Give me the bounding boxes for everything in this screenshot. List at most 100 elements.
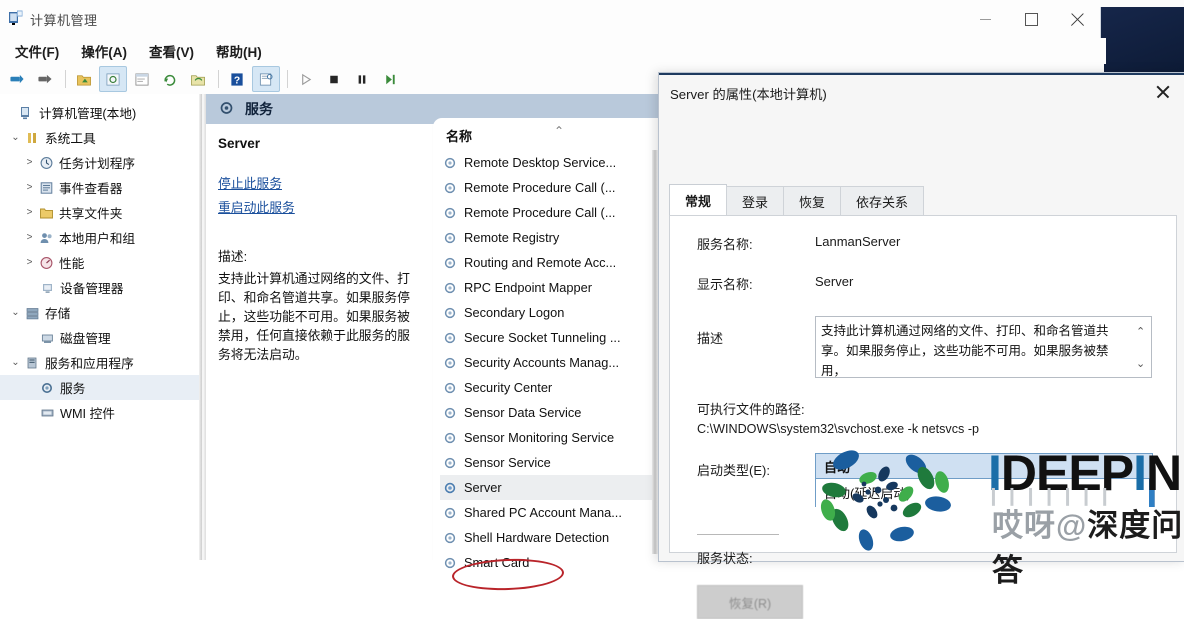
list-item[interactable]: Remote Procedure Call (... [440,175,652,200]
expander[interactable]: ⌄ [8,132,23,143]
stop-service-link[interactable]: 停止此服务 [218,173,422,192]
list-item[interactable]: Secondary Logon [440,300,652,325]
expander[interactable]: > [22,257,37,268]
list-item[interactable]: Shared PC Account Mana... [440,500,652,525]
list-item[interactable]: Security Accounts Manag... [440,350,652,375]
list-item[interactable]: Security Center [440,375,652,400]
description-textarea[interactable]: 支持此计算机通过网络的文件、打印、和命名管道共享。如果服务停止，这些功能不可用。… [815,316,1152,378]
scroll-down-icon[interactable]: ⌄ [1136,354,1145,374]
tree-item-device-manager[interactable]: 设备管理器 [0,275,205,300]
list-item[interactable]: Sensor Data Service [440,400,652,425]
dialog-close-button[interactable] [1141,75,1184,109]
tree-item-event-viewer[interactable]: > 事件查看器 [0,175,205,200]
pane-splitter[interactable] [199,94,205,560]
option-automatic-delayed[interactable]: 自动(延迟启动) [816,479,1154,502]
field-display-name: 显示名称: Server [697,274,853,293]
window-controls [962,0,1100,38]
svg-text:?: ? [234,75,240,86]
tree-item-services-applications[interactable]: ⌄ 服务和应用程序 [0,350,205,375]
tree-item-performance[interactable]: > 性能 [0,250,205,275]
menu-view[interactable]: 查看(V) [140,39,203,63]
pause-service-icon[interactable] [349,67,375,91]
list-item[interactable]: Shell Hardware Detection [440,525,652,550]
expander[interactable]: > [22,232,37,243]
minimize-button[interactable] [962,0,1008,38]
show-hide-tree-icon[interactable] [99,66,127,92]
chevron-down-icon[interactable]: ⌄ [1135,460,1144,473]
expander[interactable]: ⌄ [8,307,23,318]
properties-icon[interactable] [252,66,280,92]
tab-page-general: 服务名称: LanmanServer 显示名称: Server 描述 支持此计算… [669,215,1177,619]
expander[interactable]: > [22,182,37,193]
list-item[interactable]: Smart Card [440,550,652,575]
startup-type-select[interactable]: 自动 ⌄ [815,453,1153,479]
expander[interactable]: > [22,157,37,168]
tree-item-local-users-groups[interactable]: > 本地用户和组 [0,225,205,250]
tree-item-disk-management[interactable]: 磁盘管理 [0,325,205,350]
menu-help[interactable]: 帮助(H) [207,39,271,63]
tree-item-task-scheduler[interactable]: > 任务计划程序 [0,150,205,175]
back-icon[interactable] [4,67,30,91]
startup-type-options[interactable]: 自动(延迟启动) [815,479,1155,507]
maximize-button[interactable] [1008,0,1054,38]
export-list-icon[interactable] [185,67,211,91]
field-description-label-wrap: 描述 [697,328,797,347]
restart-service-icon[interactable] [377,67,403,91]
tree-item-services[interactable]: 服务 [0,375,205,400]
menu-action[interactable]: 操作(A) [72,39,136,63]
list-item-server[interactable]: Server [440,475,652,500]
column-header-name[interactable]: 名称 [446,126,472,145]
computer-management-window: 计算机管理 文件(F) 操作(A) 查看(V) 帮助(H) ? 计算机管理(本地… [0,0,1184,619]
tree-item-label: 服务 [60,382,86,396]
tab-recovery[interactable]: 恢复 [783,186,842,215]
dialog-title: Server 的属性(本地计算机) [670,87,827,102]
list-item[interactable]: Remote Registry [440,225,652,250]
close-button[interactable] [1054,0,1100,38]
service-gear-icon [440,155,460,171]
service-gear-icon [440,180,460,196]
toolbar-separator-3 [287,70,288,88]
list-column-header[interactable]: 名称 ⌃ [446,124,658,150]
tree-item-wmi-control[interactable]: WMI 控件 [0,400,205,425]
tree-item-computer-management[interactable]: 计算机管理(本地) [0,100,205,125]
tree-item-label: 计算机管理(本地) [39,107,137,121]
services-apps-icon [23,355,42,371]
description-label: 描述: [218,249,248,264]
stop-service-icon[interactable] [321,67,347,91]
tree-item-storage[interactable]: ⌄ 存储 [0,300,205,325]
resume-button[interactable]: 恢复(R) [697,585,803,619]
list-item[interactable]: Routing and Remote Acc... [440,250,652,275]
list-item[interactable]: RPC Endpoint Mapper [440,275,652,300]
tab-general[interactable]: 常规 [669,184,728,215]
service-gear-icon [440,480,460,496]
list-item[interactable]: Remote Desktop Service... [440,150,652,175]
scroll-up-icon[interactable]: ⌃ [1136,322,1145,342]
tab-logon[interactable]: 登录 [726,186,785,215]
list-item-label: Remote Procedure Call (... [464,205,616,220]
tree-item-system-tools[interactable]: ⌄ 系统工具 [0,125,205,150]
menu-file[interactable]: 文件(F) [6,39,68,63]
display-name-value: Server [815,274,854,289]
properties-window-icon[interactable] [129,67,155,91]
service-gear-icon [440,530,460,546]
list-item[interactable]: Secure Socket Tunneling ... [440,325,652,350]
service-gear-icon [440,280,460,296]
refresh-icon[interactable] [157,67,183,91]
disk-icon [38,330,57,346]
help-icon[interactable]: ? [224,67,250,91]
restart-service-link[interactable]: 重启动此服务 [218,197,422,216]
start-service-icon[interactable] [293,67,319,91]
expander[interactable]: ⌄ [8,357,23,368]
tree-item-shared-folders[interactable]: > 共享文件夹 [0,200,205,225]
list-item[interactable]: Remote Procedure Call (... [440,200,652,225]
forward-icon[interactable] [32,67,58,91]
description-scrollbar[interactable]: ⌃ ⌄ [1132,318,1150,377]
startup-type-value: 自动 [824,459,851,475]
dropdown-scrollbar[interactable] [1149,479,1154,507]
up-folder-icon[interactable] [71,67,97,91]
expander[interactable]: > [22,207,37,218]
list-item[interactable]: Sensor Service [440,450,652,475]
tab-dependencies[interactable]: 依存关系 [840,186,925,215]
list-item-label: Sensor Service [464,455,551,470]
list-item[interactable]: Sensor Monitoring Service [440,425,652,450]
